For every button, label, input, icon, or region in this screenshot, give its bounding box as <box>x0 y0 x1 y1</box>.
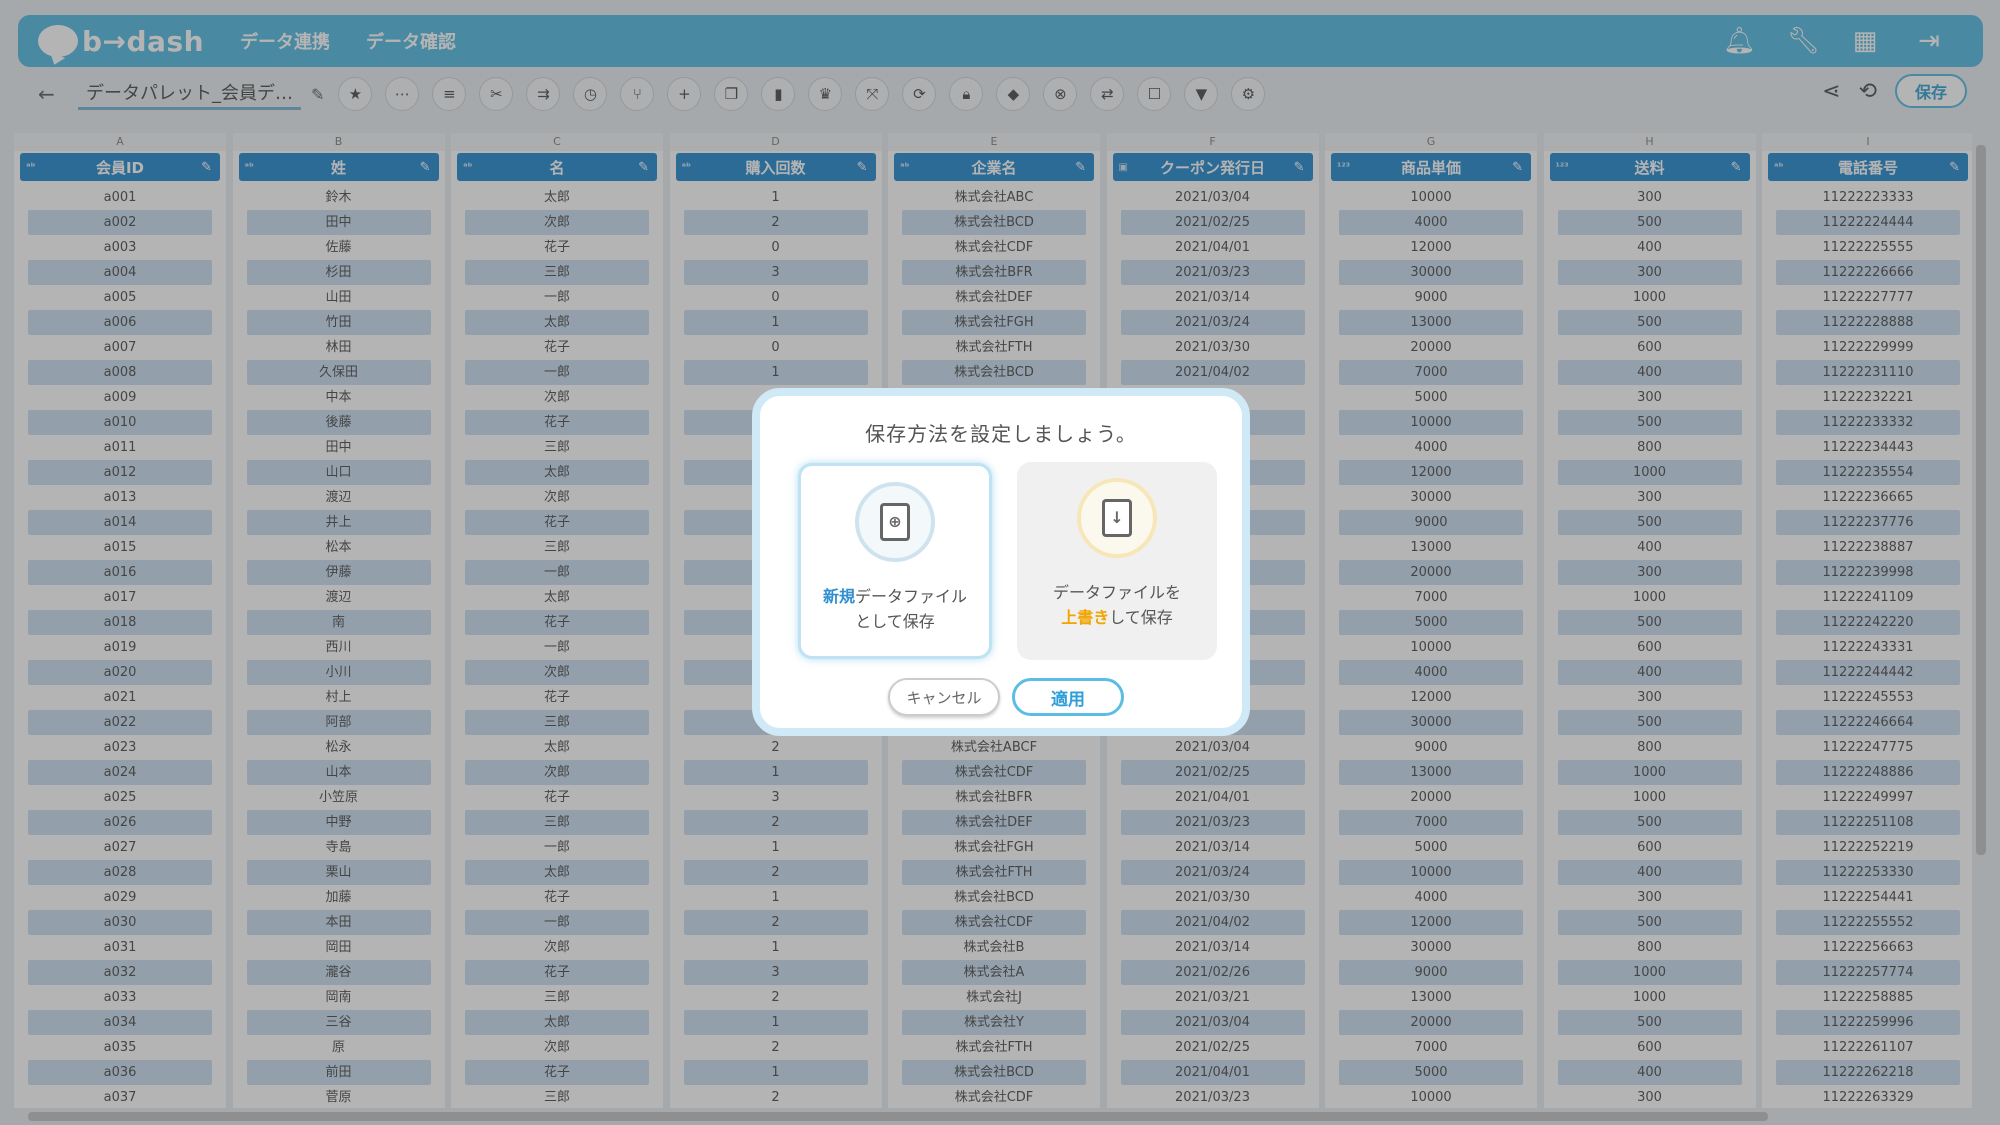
apply-button[interactable]: 適用 <box>1012 678 1124 716</box>
save-as-new-label: 新規データファイル として保存 <box>822 587 968 631</box>
save-as-new-option[interactable]: ⊕ 新規データファイル として保存 <box>798 463 992 659</box>
overwrite-file-icon: ↓ <box>1077 478 1157 558</box>
overwrite-option[interactable]: ↓ データファイルを 上書きして保存 <box>1017 462 1217 660</box>
new-file-icon: ⊕ <box>855 482 935 562</box>
dialog-title: 保存方法を設定しましょう。 <box>865 422 1137 446</box>
cancel-button[interactable]: キャンセル <box>888 678 1000 716</box>
save-method-dialog: 保存方法を設定しましょう。 ⊕ 新規データファイル として保存 ↓ データファイ… <box>752 388 1250 736</box>
overwrite-label: データファイルを 上書きして保存 <box>1052 583 1181 627</box>
